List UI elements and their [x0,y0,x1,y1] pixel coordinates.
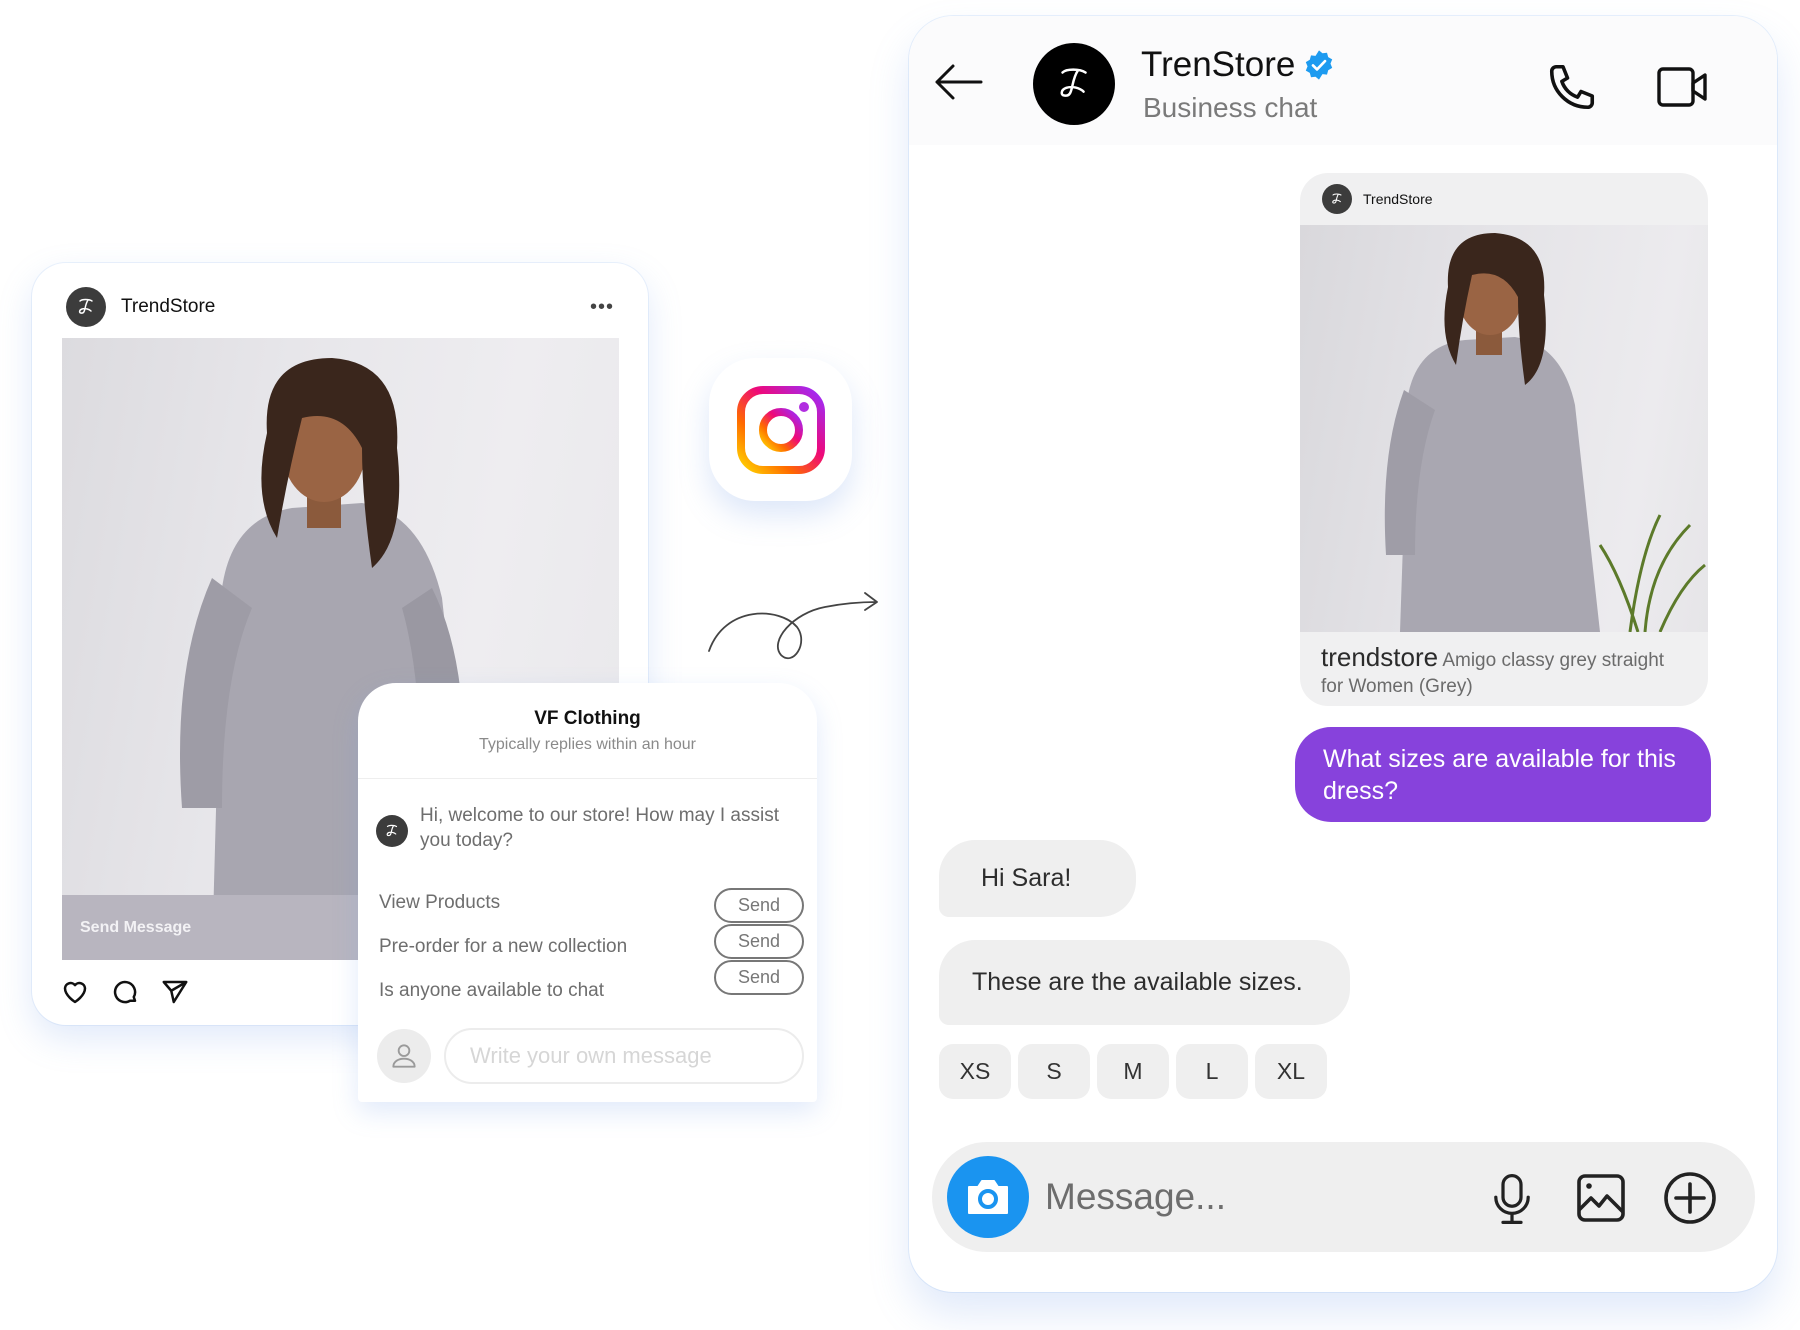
quick-reply-option: View Products Send [379,881,804,925]
quick-reply-options: View Products Send Pre-order for a new c… [379,881,804,1013]
store-logo-icon [386,824,398,837]
model-photo [1384,233,1706,632]
send-button[interactable]: Send [714,888,804,923]
business-chat-popup: VF Clothing Typically replies within an … [358,683,817,1102]
back-arrow-icon[interactable] [931,62,985,102]
shared-post-caption: trendstore Amigo classy grey straight fo… [1300,632,1708,700]
caption-username: trendstore [1321,642,1439,672]
message-input[interactable] [1045,1167,1465,1227]
store-avatar[interactable] [66,287,106,327]
chat-name: TrenStore [1141,45,1296,84]
verified-badge-icon [1306,50,1333,80]
comment-icon[interactable] [110,977,140,1007]
post-header: TrendStore ••• [66,285,614,329]
chat-avatar[interactable] [1033,43,1115,125]
post-username[interactable]: TrendStore [121,296,215,318]
post-actions [60,977,190,1007]
option-label: View Products [379,892,501,913]
send-button[interactable]: Send [714,960,804,995]
welcome-message: Hi, welcome to our store! How may I assi… [376,803,787,853]
shared-post-header: TrendStore [1300,173,1708,225]
shared-post-username: TrendStore [1363,191,1433,207]
size-chip-m[interactable]: M [1097,1044,1169,1099]
shared-post-image[interactable] [1300,225,1708,632]
video-call-icon[interactable] [1655,60,1711,114]
user-avatar [377,1029,431,1083]
own-message-input[interactable] [444,1028,804,1084]
add-icon[interactable] [1662,1170,1718,1226]
chat-subtitle: Business chat [1143,92,1318,123]
quick-reply-option: Is anyone available to chat Send [379,960,804,1013]
chat-window: TrenStore Business chat TrendStore trend… [909,16,1777,1292]
option-label: Is anyone available to chat [379,980,604,1001]
gallery-icon[interactable] [1575,1172,1627,1224]
store-logo-icon [78,298,93,314]
size-chip-xs[interactable]: XS [939,1044,1011,1099]
shared-post-message[interactable]: TrendStore trendstore Amigo classy grey … [1300,173,1708,706]
chat-header: TrenStore Business chat [909,16,1777,145]
message-composer [932,1142,1755,1252]
popup-subtitle: Typically replies within an hour [479,736,696,753]
more-options-icon[interactable]: ••• [590,296,614,319]
camera-icon [968,1180,1008,1214]
incoming-message: Hi Sara! [939,840,1136,917]
store-logo-icon [1332,193,1342,204]
curly-arrow-icon [708,592,878,660]
store-logo-icon [1060,68,1087,97]
user-icon [392,1044,416,1068]
instagram-icon [736,385,825,474]
instagram-tile[interactable] [709,358,852,501]
popup-header: VF Clothing Typically replies within an … [358,683,817,779]
size-options: XS S M L XL [939,1044,1327,1099]
microphone-icon[interactable] [1490,1172,1534,1226]
store-avatar [376,815,408,847]
size-chip-xl[interactable]: XL [1255,1044,1327,1099]
send-button[interactable]: Send [714,924,804,959]
compose-row [377,1028,804,1084]
chat-title: TrenStore [1141,45,1335,85]
size-chip-l[interactable]: L [1176,1044,1248,1099]
camera-button[interactable] [947,1156,1029,1238]
share-icon[interactable] [160,977,190,1007]
option-label: Pre-order for a new collection [379,936,628,957]
heart-icon[interactable] [60,977,90,1007]
outgoing-message: What sizes are available for this dress? [1295,727,1711,822]
popup-title: VF Clothing [534,708,641,729]
welcome-text: Hi, welcome to our store! How may I assi… [420,805,779,851]
store-avatar [1322,184,1352,214]
incoming-message: These are the available sizes. [939,940,1350,1025]
phone-call-icon[interactable] [1545,60,1599,114]
size-chip-s[interactable]: S [1018,1044,1090,1099]
